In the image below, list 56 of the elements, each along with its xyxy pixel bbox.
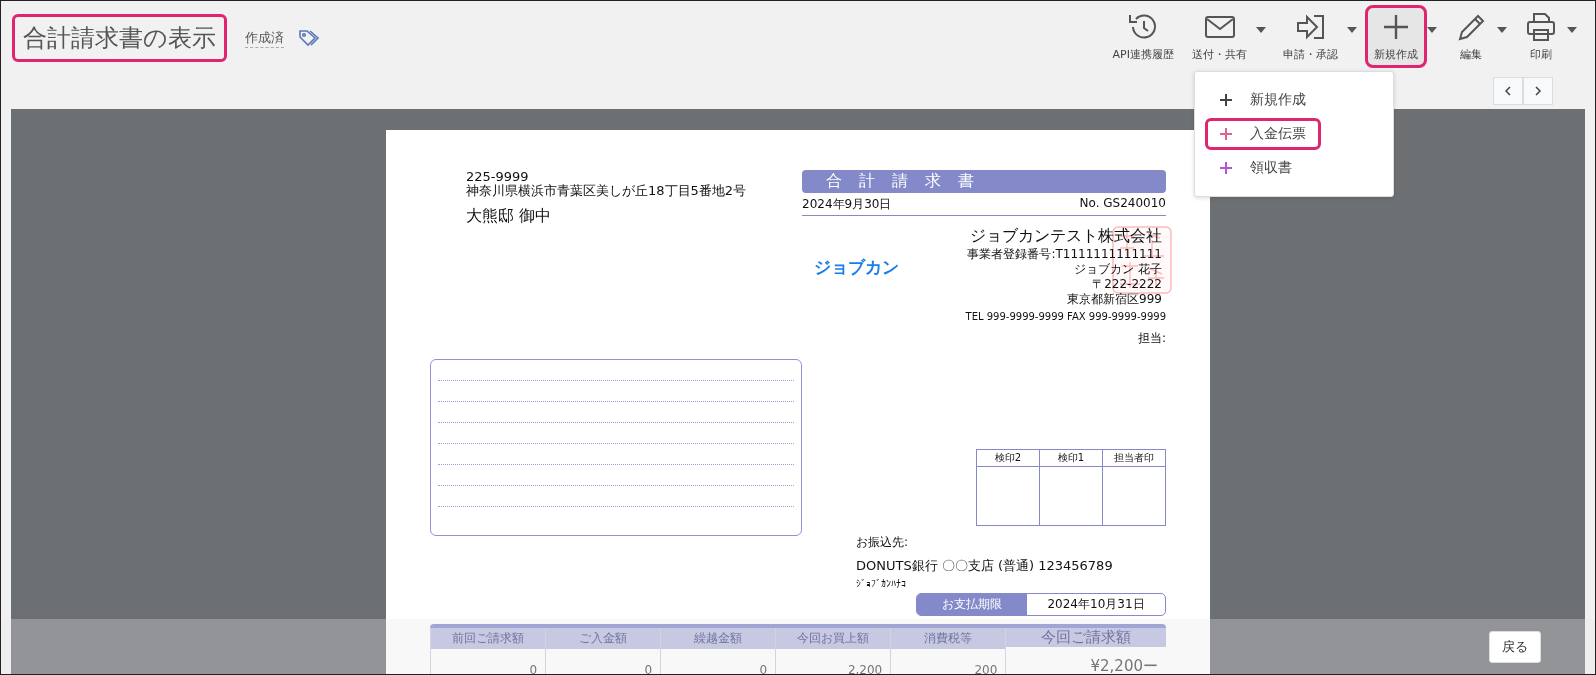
table-cell-text: 0 — [758, 662, 769, 674]
table-cell-text: ¥2,200ー — [1089, 656, 1159, 674]
chevron-right-icon — [1534, 86, 1542, 96]
toolbar-button[interactable]: 編集 — [1445, 5, 1497, 68]
toolbar-button[interactable]: 送付・共有 — [1183, 5, 1256, 68]
previous-button[interactable] — [1493, 77, 1523, 105]
caret-icon[interactable] — [1427, 26, 1437, 33]
company-name: ジョブカンテスト株式会社 — [969, 226, 1162, 247]
company-detail: 〒222-2222 — [1091, 277, 1162, 292]
caret-icon[interactable] — [1497, 26, 1507, 33]
caret-icon[interactable] — [1567, 26, 1577, 33]
page-title: 合計請求書の表示 — [12, 14, 227, 62]
toolbar-button[interactable]: 印刷 — [1515, 5, 1567, 68]
invoice-number: No. GS240010 — [1079, 196, 1166, 212]
table-header: 繰越金額 — [661, 628, 776, 649]
caret-icon[interactable] — [1256, 26, 1266, 33]
toolbar-button[interactable]: 申請・承認 — [1274, 5, 1347, 68]
toolbar-button[interactable]: 新規作成 — [1365, 5, 1427, 68]
back-button[interactable]: 戻る — [1489, 630, 1541, 663]
due-date: 2024年10月31日 — [1046, 596, 1146, 613]
menu-item[interactable]: 領収書 — [1205, 152, 1307, 184]
bank-account: DONUTS銀行 〇〇支店 (普通) 123456789 — [856, 557, 1113, 575]
menu-item[interactable]: 新規作成 — [1205, 84, 1321, 116]
company-detail: 事業者登録番号:T1111111111111 — [967, 247, 1162, 262]
tag-icon[interactable] — [298, 29, 320, 47]
printer-icon — [1524, 11, 1558, 43]
next-button[interactable] — [1523, 77, 1553, 105]
due-label: お支払期限 — [917, 594, 1027, 615]
contact-numbers: TEL 999-9999-9999 FAX 999-9999-9999 — [964, 311, 1166, 322]
table-cell-text: 0 — [528, 662, 539, 674]
staff-label: 担当: — [1136, 330, 1166, 347]
toolbar-button[interactable]: API連携履歴 — [1103, 5, 1183, 68]
table-header: ご入金額 — [546, 628, 661, 649]
table-header: 担当者印 — [1103, 450, 1165, 467]
table-header: 前回ご請求額 — [431, 628, 546, 649]
table-header: 今回お買上額 — [776, 628, 891, 649]
company-detail: ジョブカン 花子 — [1073, 262, 1162, 277]
postal-code: 225-9999 — [466, 170, 530, 184]
table-header: 検印1 — [1040, 450, 1102, 467]
issue-date: 2024年9月30日 — [802, 196, 892, 213]
table-cell-text: 200 — [973, 662, 999, 674]
status-label[interactable]: 作成済 — [245, 28, 284, 48]
chevron-left-icon — [1504, 86, 1512, 96]
recipient: 大熊邸 御中 — [466, 206, 553, 227]
table-header: 消費税等 — [891, 628, 1006, 649]
table-header: 検印2 — [977, 450, 1039, 467]
menu-item[interactable]: 入金伝票 — [1205, 118, 1321, 150]
company-logo: ジョブカン — [813, 256, 899, 279]
account-name: ｼﾞｮﾌﾞｶﾝﾊﾅｺ — [856, 578, 907, 589]
bank-label: お振込先: — [856, 534, 910, 551]
document-title: 合 計 請 求 書 — [802, 170, 1166, 193]
address: 神奈川県横浜市青葉区美しが丘18丁目5番地2号 — [466, 184, 747, 198]
table-header: 今回ご請求額 — [1006, 628, 1166, 647]
table-cell-text: 0 — [643, 662, 654, 674]
company-detail: 東京都新宿区999 — [1066, 292, 1162, 307]
caret-icon[interactable] — [1347, 26, 1357, 33]
